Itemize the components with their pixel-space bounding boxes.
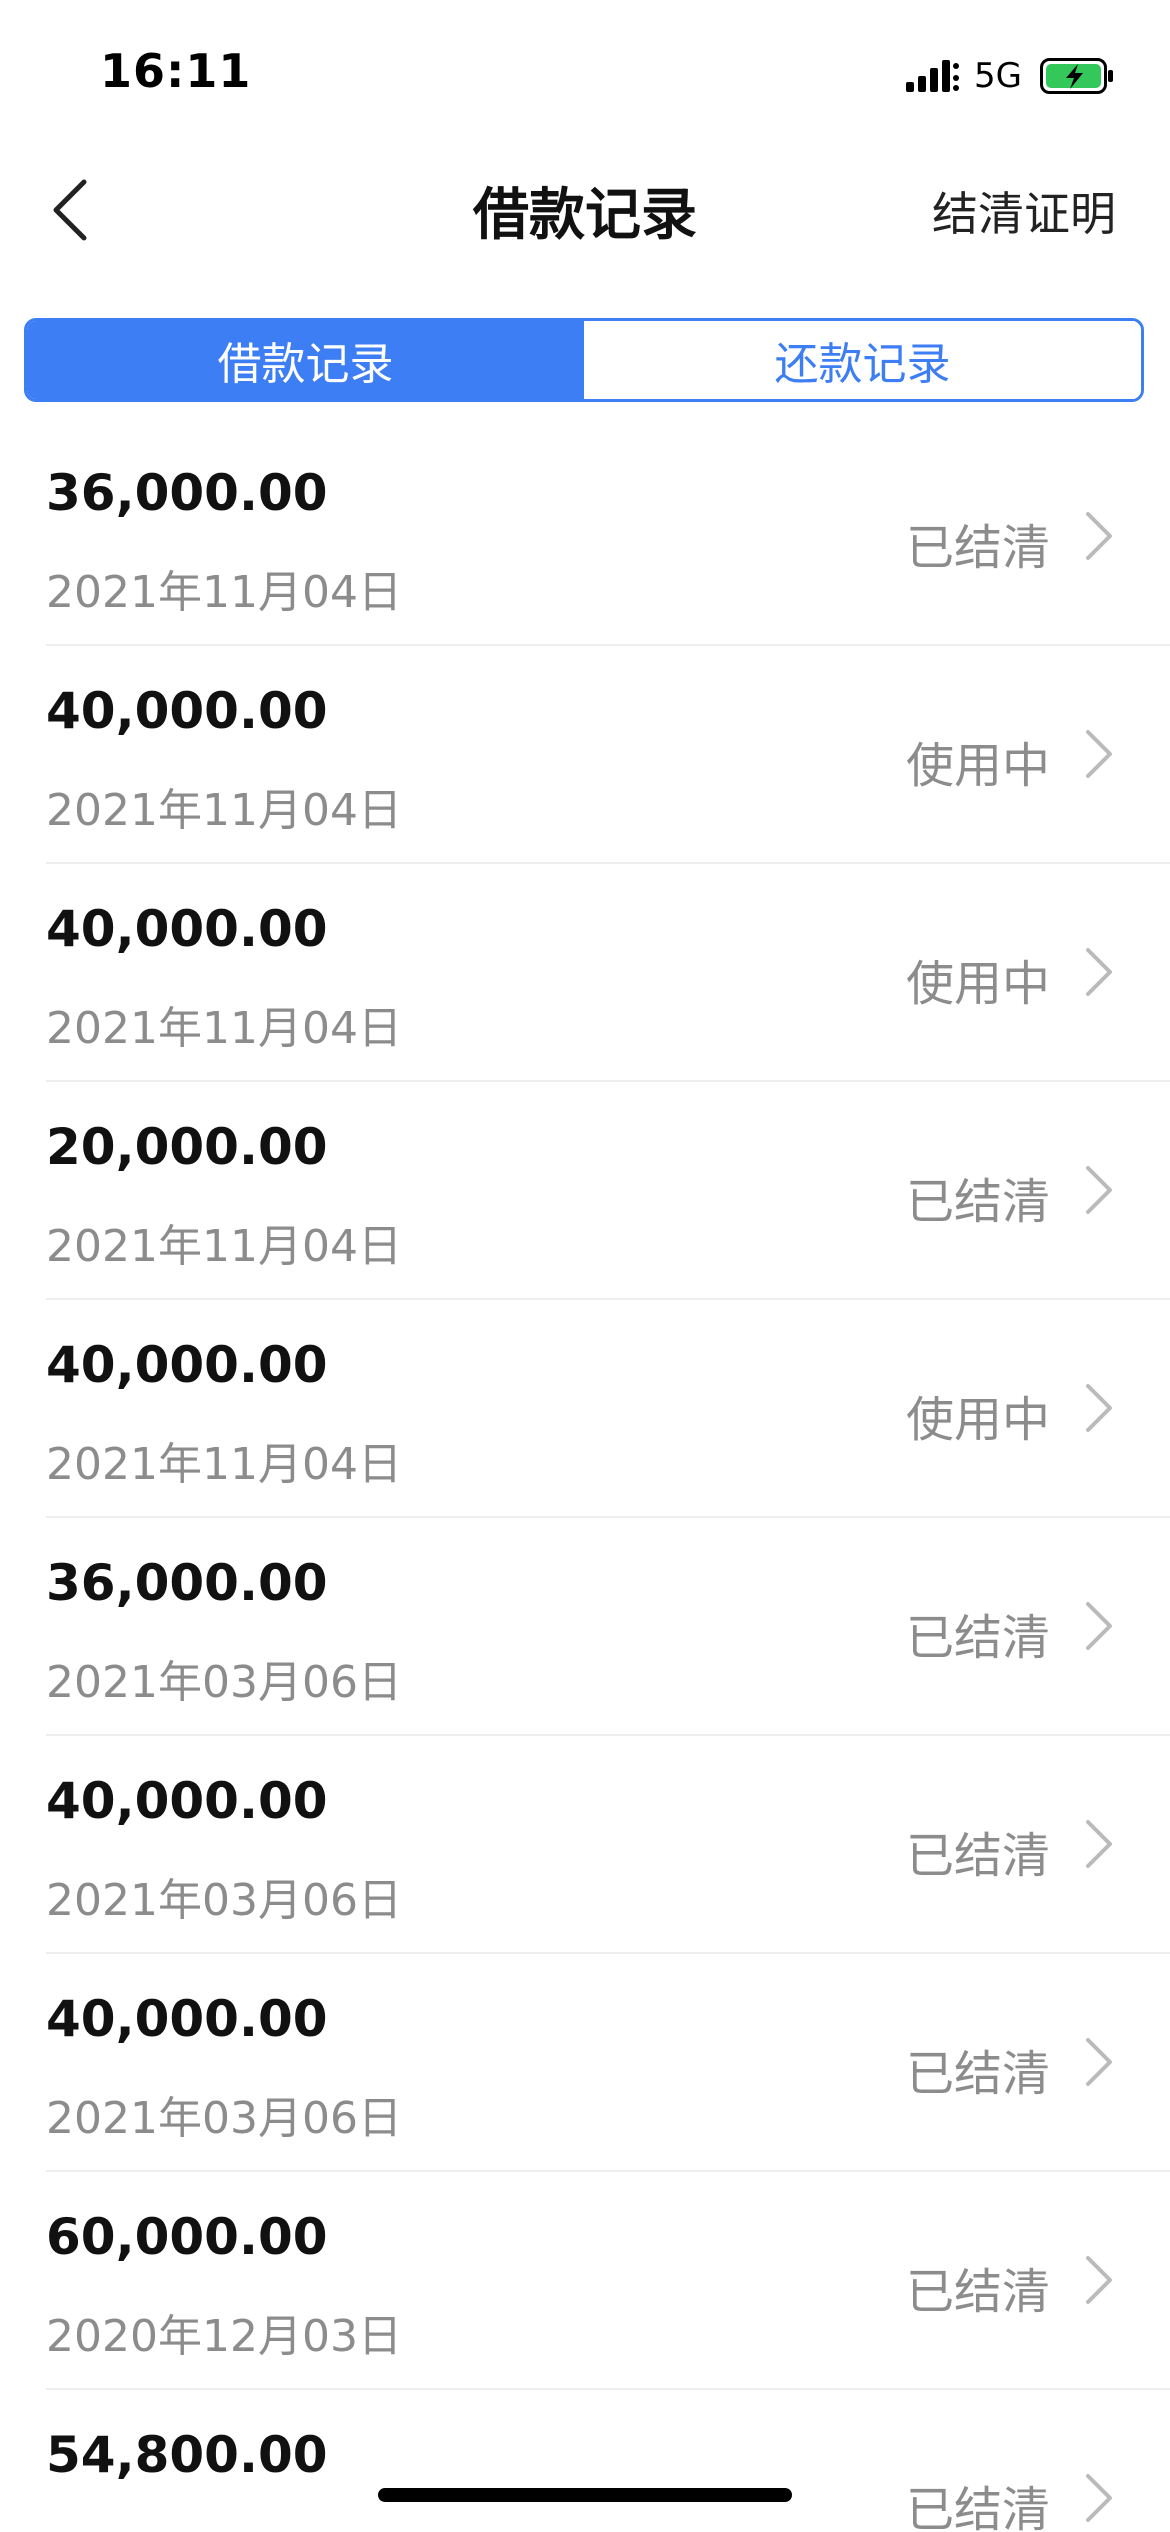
record-date: 2021年11月04日 [46, 785, 402, 836]
record-date: 2021年03月06日 [46, 1875, 402, 1926]
record-amount: 54,800.00 [46, 2426, 328, 2484]
tab-loan-records[interactable]: 借款记录 [27, 321, 584, 399]
tab-repayment-records[interactable]: 还款记录 [584, 321, 1141, 399]
home-indicator[interactable] [378, 2488, 792, 2502]
record-status: 已结清 [905, 2046, 1050, 2102]
status-bar: 16:11 5G [0, 0, 1170, 150]
list-item[interactable]: 40,000.00 2021年03月06日 已结清 [46, 1954, 1170, 2172]
record-date: 2021年11月04日 [46, 1221, 402, 1272]
chevron-right-icon [1086, 2038, 1112, 2086]
chevron-right-icon [1086, 1602, 1112, 1650]
record-status: 已结清 [905, 2482, 1050, 2532]
record-date: 2021年03月06日 [46, 2093, 402, 2144]
record-date: 2021年11月04日 [46, 1439, 402, 1490]
record-date: 2021年11月04日 [46, 1003, 402, 1054]
list-item[interactable]: 40,000.00 2021年03月06日 已结清 [46, 1736, 1170, 1954]
record-amount: 40,000.00 [46, 900, 328, 958]
list-item[interactable]: 40,000.00 2021年11月04日 使用中 [46, 1300, 1170, 1518]
record-status: 已结清 [905, 2264, 1050, 2320]
record-status: 已结清 [905, 1174, 1050, 1230]
record-amount: 60,000.00 [46, 2208, 328, 2266]
signal-icon [906, 60, 960, 92]
chevron-right-icon [1086, 1384, 1112, 1432]
status-indicators: 5G [906, 52, 1114, 100]
chevron-right-icon [1086, 2256, 1112, 2304]
status-time: 16:11 [100, 44, 252, 98]
record-amount: 40,000.00 [46, 1336, 328, 1394]
record-status: 使用中 [905, 738, 1050, 794]
list-item[interactable]: 36,000.00 2021年11月04日 已结清 [46, 428, 1170, 646]
list-item[interactable]: 40,000.00 2021年11月04日 使用中 [46, 864, 1170, 1082]
chevron-right-icon [1086, 2474, 1112, 2522]
chevron-right-icon [1086, 948, 1112, 996]
nav-bar: 借款记录 结清证明 [0, 150, 1170, 270]
chevron-right-icon [1086, 1166, 1112, 1214]
network-type: 5G [974, 56, 1022, 96]
list-item[interactable]: 40,000.00 2021年11月04日 使用中 [46, 646, 1170, 864]
record-status: 已结清 [905, 520, 1050, 576]
chevron-right-icon [1086, 1820, 1112, 1868]
list-item[interactable]: 20,000.00 2021年11月04日 已结清 [46, 1082, 1170, 1300]
record-status: 已结清 [905, 1828, 1050, 1884]
list-item[interactable]: 54,800.00 已结清 [46, 2390, 1170, 2532]
chevron-right-icon [1086, 730, 1112, 778]
battery-charging-icon [1040, 58, 1113, 94]
chevron-right-icon [1086, 512, 1112, 560]
screen: 16:11 5G 借款记录 结清证明 借款记录 还款记录 36,000.00 2… [0, 0, 1170, 2532]
record-status: 已结清 [905, 1610, 1050, 1666]
record-amount: 40,000.00 [46, 1990, 328, 2048]
record-date: 2020年12月03日 [46, 2311, 402, 2362]
record-amount: 40,000.00 [46, 682, 328, 740]
list-item[interactable]: 36,000.00 2021年03月06日 已结清 [46, 1518, 1170, 1736]
record-amount: 20,000.00 [46, 1118, 328, 1176]
record-tabs: 借款记录 还款记录 [24, 318, 1144, 402]
record-amount: 36,000.00 [46, 464, 328, 522]
record-status: 使用中 [905, 1392, 1050, 1448]
loan-record-list: 36,000.00 2021年11月04日 已结清 40,000.00 2021… [0, 428, 1170, 2532]
settlement-certificate-button[interactable]: 结清证明 [932, 178, 1116, 244]
record-amount: 36,000.00 [46, 1554, 328, 1612]
record-date: 2021年11月04日 [46, 567, 402, 618]
list-item[interactable]: 60,000.00 2020年12月03日 已结清 [46, 2172, 1170, 2390]
record-status: 使用中 [905, 956, 1050, 1012]
record-date: 2021年03月06日 [46, 1657, 402, 1708]
record-amount: 40,000.00 [46, 1772, 328, 1830]
